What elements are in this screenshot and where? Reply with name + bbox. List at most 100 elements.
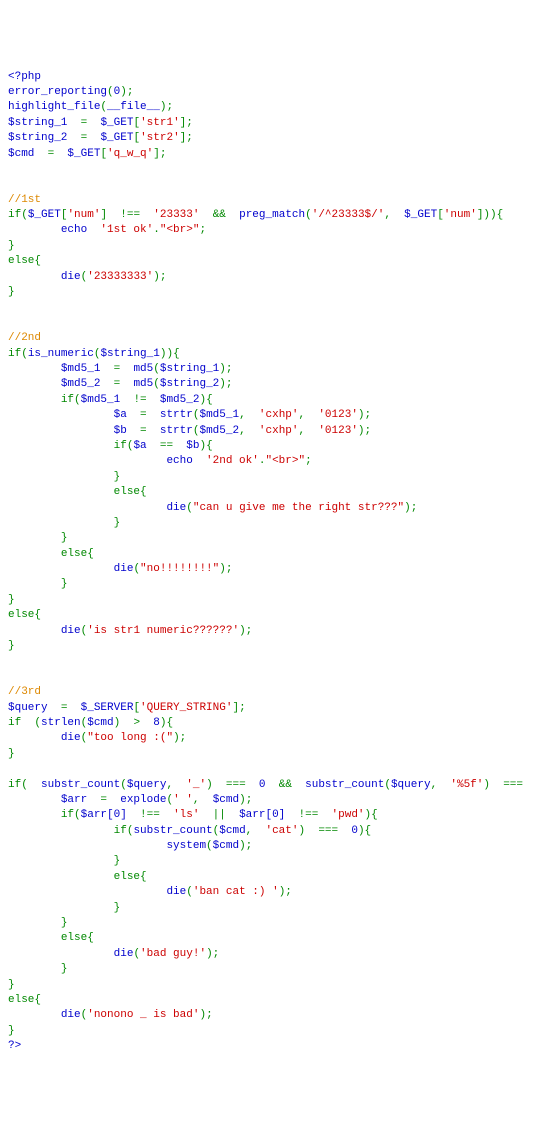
paren: ( xyxy=(206,840,213,852)
op: = xyxy=(81,117,88,129)
brace: } xyxy=(61,578,68,590)
op: || xyxy=(213,809,226,821)
semi: ; xyxy=(411,502,418,514)
var: $md5_1 xyxy=(199,409,239,421)
var: $cmd xyxy=(87,717,113,729)
paren: ) xyxy=(219,563,226,575)
semi: ; xyxy=(365,409,372,421)
brace: } xyxy=(61,917,68,929)
var: $cmd xyxy=(219,825,245,837)
var: $md5_2 xyxy=(199,425,239,437)
paren: ( xyxy=(21,209,28,221)
str: 'cxhp' xyxy=(259,425,299,437)
str: "no!!!!!!!!" xyxy=(140,563,219,575)
comment: //2nd xyxy=(8,332,41,344)
op: === xyxy=(318,825,338,837)
op: === xyxy=(226,779,246,791)
str: '0123' xyxy=(318,409,358,421)
op: !== xyxy=(140,809,160,821)
fn: substr_count xyxy=(305,779,384,791)
fn: md5 xyxy=(133,378,153,390)
brace: { xyxy=(140,871,147,883)
dot: . xyxy=(153,224,160,236)
op: = xyxy=(81,132,88,144)
var: $query xyxy=(127,779,167,791)
str: '1st ok' xyxy=(100,224,153,236)
brace: } xyxy=(114,517,121,529)
kw: if xyxy=(8,779,21,791)
var: $a xyxy=(133,440,146,452)
brace: } xyxy=(114,855,121,867)
brace: { xyxy=(140,486,147,498)
fn: explode xyxy=(120,794,166,806)
op: = xyxy=(140,409,147,421)
var: $cmd xyxy=(213,794,239,806)
var: $arr[0] xyxy=(81,809,127,821)
paren: ( xyxy=(81,1009,88,1021)
var: $md5_2 xyxy=(61,378,101,390)
var: $md5_1 xyxy=(81,394,121,406)
kw: else xyxy=(114,871,140,883)
kw: if xyxy=(114,440,127,452)
semi: ; xyxy=(180,732,187,744)
fn: strtr xyxy=(160,425,193,437)
brace: } xyxy=(8,286,15,298)
str: 'ls' xyxy=(173,809,199,821)
bracket: ] xyxy=(100,209,107,221)
paren: ) xyxy=(358,825,365,837)
fn: is_numeric xyxy=(28,348,94,360)
op: !== xyxy=(120,209,140,221)
paren: ) xyxy=(219,378,226,390)
fn: preg_match xyxy=(239,209,305,221)
brace: } xyxy=(114,471,121,483)
comma: , xyxy=(384,209,391,221)
var: $md5_1 xyxy=(61,363,101,375)
var: $query xyxy=(391,779,431,791)
bracket: ] xyxy=(153,148,160,160)
str: ' ' xyxy=(173,794,193,806)
str: "<br>" xyxy=(160,224,200,236)
kw: echo xyxy=(166,455,192,467)
kw: echo xyxy=(61,224,87,236)
semi: ; xyxy=(166,101,173,113)
fn: substr_count xyxy=(133,825,212,837)
comma: , xyxy=(166,779,173,791)
str: '2nd ok' xyxy=(206,455,259,467)
semi: ; xyxy=(246,625,253,637)
paren: ( xyxy=(305,209,312,221)
str: 'ban cat :) ' xyxy=(193,886,279,898)
op: = xyxy=(61,702,68,714)
superglobal: $_GET xyxy=(28,209,61,221)
fn: die xyxy=(61,625,81,637)
semi: ; xyxy=(246,840,253,852)
paren: ( xyxy=(153,363,160,375)
semi: ; xyxy=(127,86,134,98)
paren: ( xyxy=(21,779,28,791)
fn: die xyxy=(61,732,81,744)
comma: , xyxy=(299,409,306,421)
semi: ; xyxy=(186,117,193,129)
paren: ) xyxy=(490,209,497,221)
brace: } xyxy=(8,240,15,252)
fn-highlight-file: highlight_file xyxy=(8,101,100,113)
comma: , xyxy=(193,794,200,806)
kw: else xyxy=(61,548,87,560)
paren: ) xyxy=(239,625,246,637)
fn: die xyxy=(61,1009,81,1021)
str: 'cxhp' xyxy=(259,409,299,421)
op: > xyxy=(133,717,140,729)
str: '_' xyxy=(186,779,206,791)
kw: if xyxy=(8,348,21,360)
brace: { xyxy=(206,440,213,452)
op: == xyxy=(160,440,173,452)
kw: else xyxy=(8,255,34,267)
brace: { xyxy=(173,348,180,360)
num: 8 xyxy=(153,717,160,729)
fn: strtr xyxy=(160,409,193,421)
paren: ) xyxy=(114,717,121,729)
str: '/^23333$/' xyxy=(312,209,385,221)
comment: //3rd xyxy=(8,686,41,698)
str: 'num' xyxy=(444,209,477,221)
paren: ) xyxy=(404,502,411,514)
str: 'cat' xyxy=(265,825,298,837)
